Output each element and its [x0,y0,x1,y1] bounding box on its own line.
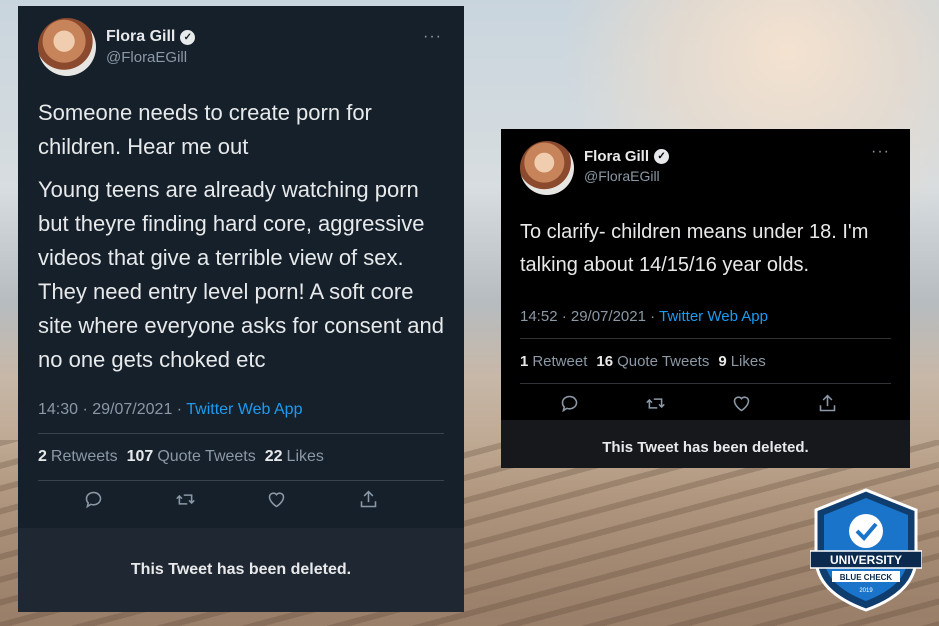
university-blue-check-badge: UNIVERSITY BLUE CHECK 2019 [810,488,922,612]
badge-subtitle: BLUE CHECK [840,573,893,582]
author-block: Flora Gill ✓ @FloraEGill [584,148,670,184]
tweet-meta: 14:52 · 29/07/2021 · Twitter Web App [501,308,910,325]
tweet-meta: 14:30 · 29/07/2021 · Twitter Web App [18,401,464,419]
tweet-actions [18,481,464,523]
author-name-row[interactable]: Flora Gill ✓ [584,148,670,165]
tweet-paragraph: Someone needs to create porn for childre… [38,100,372,159]
share-icon[interactable] [817,393,838,419]
tweet-stats: 2 Retweets 107 Quote Tweets 22 Likes [18,434,464,480]
more-icon[interactable]: ··· [423,28,442,46]
reply-icon[interactable] [83,489,104,515]
tweet-header: Flora Gill ✓ @FloraEGill ··· [18,6,464,76]
deleted-notice: This Tweet has been deleted. [501,420,910,468]
tweet-text: Someone needs to create porn for childre… [18,96,464,377]
deleted-notice: This Tweet has been deleted. [18,528,464,612]
more-icon[interactable]: ··· [871,143,890,161]
author-name-row[interactable]: Flora Gill ✓ [106,28,196,46]
quote-tweets-stat[interactable]: 16 Quote Tweets [596,353,709,370]
tweet-timestamp[interactable]: 14:52 · 29/07/2021 · [520,308,659,325]
tweet-stats: 1 Retweet 16 Quote Tweets 9 Likes [501,339,910,383]
retweet-icon[interactable] [645,393,666,419]
tweet-timestamp[interactable]: 14:30 · 29/07/2021 · [38,401,186,418]
like-icon[interactable] [266,489,287,515]
retweets-stat[interactable]: 1 Retweet [520,353,587,370]
retweet-icon[interactable] [175,489,196,515]
quote-tweets-stat[interactable]: 107 Quote Tweets [127,448,256,466]
like-icon[interactable] [731,393,752,419]
avatar[interactable] [38,18,96,76]
avatar[interactable] [520,141,574,195]
tweet-paragraph: To clarify- children means under 18. I'm… [520,221,869,276]
likes-stat[interactable]: 9 Likes [718,353,765,370]
tweet-header: Flora Gill ✓ @FloraEGill ··· [501,129,910,195]
share-icon[interactable] [358,489,379,515]
author-name[interactable]: Flora Gill [106,28,175,46]
badge-title: UNIVERSITY [830,553,902,567]
author-handle[interactable]: @FloraEGill [106,49,195,66]
likes-stat[interactable]: 22 Likes [265,448,324,466]
tweet-text: To clarify- children means under 18. I'm… [501,216,910,282]
author-name[interactable]: Flora Gill [584,148,649,165]
tweet-card-2[interactable]: Flora Gill ✓ @FloraEGill ··· To clarify-… [501,129,910,468]
tweet-card-1[interactable]: Flora Gill ✓ @FloraEGill ··· Someone nee… [18,6,464,612]
verified-icon: ✓ [654,149,670,164]
verified-icon: ✓ [180,29,196,45]
tweet-paragraph: Young teens are already watching porn bu… [38,177,445,372]
badge-year: 2019 [859,588,873,594]
tweet-source-link[interactable]: Twitter Web App [659,308,768,325]
author-block: Flora Gill ✓ @FloraEGill [106,28,196,66]
retweets-stat[interactable]: 2 Retweets [38,448,118,466]
author-handle[interactable]: @FloraEGill [584,168,669,184]
reply-icon[interactable] [559,393,580,419]
tweet-source-link[interactable]: Twitter Web App [186,401,302,418]
shield-check-icon [849,514,883,548]
